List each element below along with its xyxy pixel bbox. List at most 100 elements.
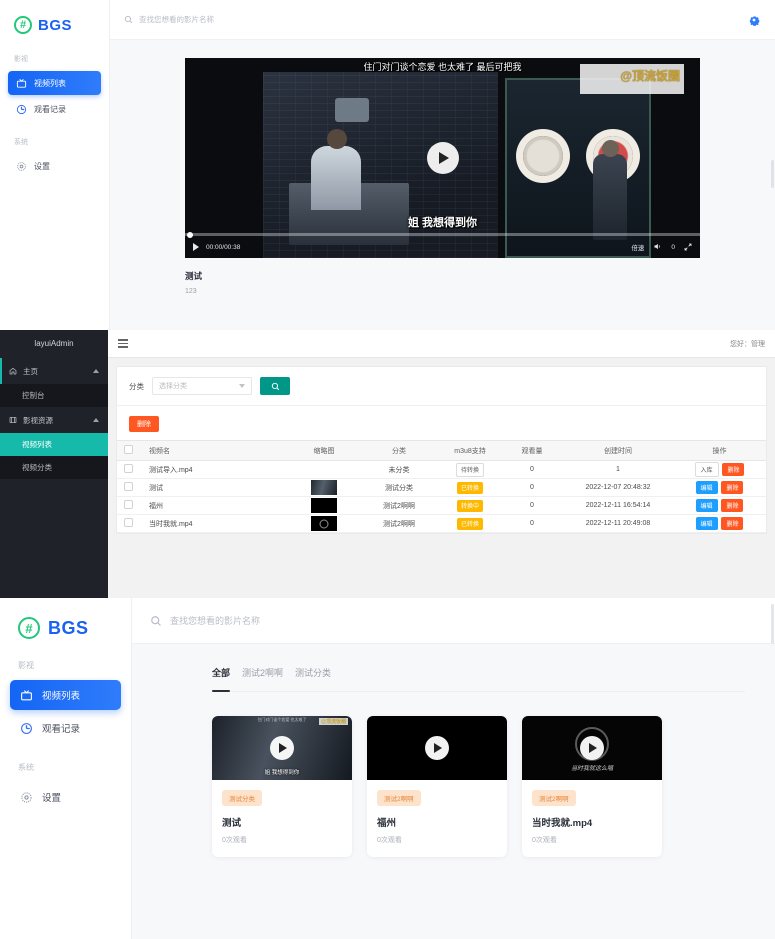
card-view-count: 0次观看 bbox=[222, 837, 247, 844]
sidebar-item-watch-history[interactable]: 观看记录 bbox=[10, 713, 121, 743]
search-button[interactable] bbox=[260, 377, 290, 395]
scrollbar[interactable] bbox=[771, 160, 774, 188]
volume-icon[interactable] bbox=[653, 242, 662, 253]
table-row[interactable]: 福州 测试2啊啊 转换中 0 2022-12-11 16:54:14 编辑 删除 bbox=[117, 496, 766, 515]
search-box[interactable] bbox=[124, 15, 339, 24]
play-icon[interactable] bbox=[270, 736, 294, 760]
card-thumbnail[interactable]: 当时我就这么唱 bbox=[522, 716, 662, 780]
edit-button[interactable]: 编辑 bbox=[695, 517, 718, 530]
play-icon[interactable] bbox=[426, 142, 459, 174]
th-views[interactable]: 观看量 bbox=[501, 440, 563, 461]
fullscreen-icon[interactable] bbox=[684, 243, 692, 251]
th-actions[interactable]: 操作 bbox=[673, 440, 766, 461]
admin-nav-video-list[interactable]: 视频列表 bbox=[0, 433, 108, 456]
admin-content: 分类 选择分类 删除 视频名 缩略图 分类 m3u8支持 观看量 创建时间 操作… bbox=[108, 358, 775, 542]
sidebar-item-watch-history[interactable]: 观看记录 bbox=[8, 97, 101, 121]
tab-test2[interactable]: 测试2啊啊 bbox=[242, 666, 283, 684]
tab-test-category[interactable]: 测试分类 bbox=[295, 666, 331, 684]
row-checkbox[interactable] bbox=[123, 464, 133, 473]
search-input[interactable] bbox=[170, 615, 400, 626]
sidebar-item-settings[interactable]: 设置 bbox=[10, 782, 121, 812]
play-icon[interactable] bbox=[580, 736, 604, 760]
row-checkbox[interactable] bbox=[123, 518, 133, 527]
sidebar-item-label: 设置 bbox=[42, 793, 62, 804]
status-badge: 已转换 bbox=[456, 517, 483, 530]
tab-all[interactable]: 全部 bbox=[212, 666, 231, 692]
cell-m3u8: 已转换 bbox=[439, 514, 501, 533]
admin-nav-console[interactable]: 控制台 bbox=[0, 384, 108, 407]
hamburger-icon[interactable] bbox=[118, 339, 128, 348]
th-select[interactable] bbox=[117, 440, 139, 461]
search-input[interactable] bbox=[139, 15, 339, 24]
row-select[interactable] bbox=[117, 460, 139, 479]
delete-button[interactable]: 删除 bbox=[722, 463, 745, 476]
sidebar-item-video-list[interactable]: 视频列表 bbox=[8, 71, 101, 95]
th-category[interactable]: 分类 bbox=[359, 440, 439, 461]
sidebar-item-label: 观看记录 bbox=[42, 724, 81, 735]
cell-category: 测试2啊啊 bbox=[359, 514, 439, 533]
sidebar-item-video-list[interactable]: 视频列表 bbox=[10, 680, 121, 710]
th-created[interactable]: 创建时间 bbox=[563, 440, 673, 461]
table-body: 测试导入.mp4 未分类 待转换 0 1 入库 删除 测试 测试分类 已转换 0… bbox=[117, 460, 766, 533]
card-thumbnail[interactable]: 住门对门谈个恋爱 也太难了 @顶流饭圈 姐 我想得到你 bbox=[212, 716, 352, 780]
row-select[interactable] bbox=[117, 514, 139, 533]
video-card[interactable]: 住门对门谈个恋爱 也太难了 @顶流饭圈 姐 我想得到你 测试分类 测试 0次观看 bbox=[212, 716, 352, 857]
row-select[interactable] bbox=[117, 496, 139, 515]
video-card[interactable]: 当时我就这么唱 测试2啊啊 当时我就.mp4 0次观看 bbox=[522, 716, 662, 857]
video-description: 123 bbox=[185, 288, 197, 295]
select-all-checkbox[interactable] bbox=[123, 445, 133, 454]
topbar bbox=[132, 598, 775, 644]
speed-button[interactable]: 倍速 bbox=[631, 242, 644, 252]
brand-logo[interactable]: # BGS bbox=[0, 0, 109, 40]
cell-views: 0 bbox=[501, 514, 563, 533]
card-view-count: 0次观看 bbox=[377, 837, 402, 844]
tv-icon bbox=[16, 78, 27, 88]
player-wrap: 住门对门谈个恋爱 也太难了 最后可把我 @顶流饭圈 姐 我想得到你 00:00/… bbox=[185, 58, 700, 258]
batch-delete-button[interactable]: 删除 bbox=[129, 416, 159, 432]
play-icon[interactable] bbox=[193, 243, 199, 251]
player-controls: 00:00/00:38 倍速 0 bbox=[185, 236, 700, 258]
thumbnail-image bbox=[311, 498, 337, 513]
th-m3u8[interactable]: m3u8支持 bbox=[439, 440, 501, 461]
card-body: 测试2啊啊 福州 0次观看 bbox=[367, 780, 507, 857]
th-thumb[interactable]: 缩略图 bbox=[289, 440, 359, 461]
th-name[interactable]: 视频名 bbox=[139, 440, 289, 461]
video-player[interactable]: 住门对门谈个恋爱 也太难了 最后可把我 @顶流饭圈 姐 我想得到你 00:00/… bbox=[185, 58, 700, 258]
admin-nav-media[interactable]: 影视资源 bbox=[0, 407, 108, 433]
card-thumbnail[interactable] bbox=[367, 716, 507, 780]
sidebar-item-settings[interactable]: 设置 bbox=[8, 154, 101, 178]
front-end-video-detail-panel: # BGS 影视 视频列表 观看记录 系统 设置 查找您想看的影片名称 住门对门… bbox=[0, 0, 775, 330]
video-card[interactable]: 测试2啊啊 福州 0次观看 bbox=[367, 716, 507, 857]
category-select[interactable]: 选择分类 bbox=[152, 377, 252, 395]
card-category-badge: 测试分类 bbox=[222, 790, 262, 806]
table-row[interactable]: 测试 测试分类 已转换 0 2022-12-07 20:48:32 编辑 删除 bbox=[117, 478, 766, 497]
thumbnail-watermark: @顶流饭圈 bbox=[319, 718, 348, 725]
scrollbar[interactable] bbox=[771, 604, 774, 644]
search-box[interactable] bbox=[150, 615, 400, 627]
row-select[interactable] bbox=[117, 478, 139, 497]
sidebar-item-label: 观看记录 bbox=[34, 104, 66, 114]
row-checkbox[interactable] bbox=[123, 482, 133, 491]
table-row[interactable]: 测试导入.mp4 未分类 待转换 0 1 入库 删除 bbox=[117, 460, 766, 479]
table-row[interactable]: 当时我就.mp4 测试2啊啊 已转换 0 2022-12-11 20:49:08… bbox=[117, 514, 766, 533]
sidebar: # BGS 影视 视频列表 观看记录 系统 设置 bbox=[0, 0, 110, 330]
delete-button[interactable]: 删除 bbox=[721, 517, 744, 530]
category-tabs: 全部 测试2啊啊 测试分类 bbox=[212, 666, 745, 692]
import-button[interactable]: 入库 bbox=[694, 462, 719, 477]
delete-button[interactable]: 删除 bbox=[721, 481, 744, 494]
row-checkbox[interactable] bbox=[123, 500, 133, 509]
gear-icon[interactable] bbox=[747, 13, 761, 27]
admin-nav-video-category[interactable]: 视频分类 bbox=[0, 456, 108, 479]
topbar bbox=[110, 0, 775, 40]
scene-figure bbox=[311, 129, 361, 210]
sidebar-item-label: 设置 bbox=[34, 161, 50, 171]
card-category-badge: 测试2啊啊 bbox=[532, 790, 576, 806]
cell-m3u8: 已转换 bbox=[439, 478, 501, 497]
admin-nav-home[interactable]: 主页 bbox=[0, 358, 108, 384]
delete-button[interactable]: 删除 bbox=[721, 499, 744, 512]
edit-button[interactable]: 编辑 bbox=[695, 481, 718, 494]
video-meta: 测试 123 bbox=[185, 270, 700, 295]
edit-button[interactable]: 编辑 bbox=[695, 499, 718, 512]
brand-logo[interactable]: # BGS bbox=[0, 598, 131, 644]
play-icon[interactable] bbox=[425, 736, 449, 760]
